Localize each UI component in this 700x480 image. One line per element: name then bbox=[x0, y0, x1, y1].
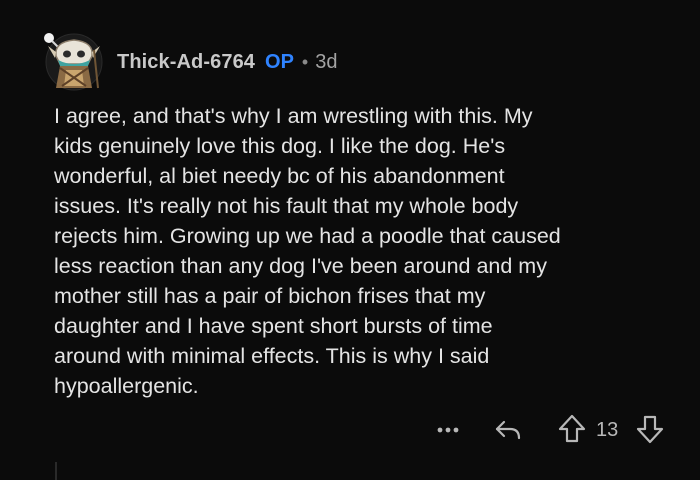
user-avatar[interactable] bbox=[42, 30, 106, 92]
comment-line: less reaction than any dog I've been aro… bbox=[54, 254, 547, 278]
downvote-button[interactable] bbox=[636, 413, 664, 445]
more-options-button[interactable] bbox=[433, 418, 463, 442]
comment-body: I agree, and that's why I am wrestling w… bbox=[54, 101, 684, 401]
comment-line: wonderful, al biet needy bc of his aband… bbox=[54, 164, 505, 188]
separator-dot: • bbox=[301, 51, 309, 72]
comment-header: Thick-Ad-6764 OP • 3d bbox=[117, 49, 337, 75]
comment-line: I agree, and that's why I am wrestling w… bbox=[54, 104, 533, 128]
comment-line: kids genuinely love this dog. I like the… bbox=[54, 134, 506, 158]
comment-line: mother still has a pair of bichon frises… bbox=[54, 284, 486, 308]
more-options-icon bbox=[437, 427, 459, 433]
author-username[interactable]: Thick-Ad-6764 bbox=[117, 51, 255, 74]
upvote-arrow-icon bbox=[558, 414, 586, 443]
upvote-button[interactable] bbox=[558, 413, 586, 445]
downvote-arrow-icon bbox=[636, 415, 664, 444]
comment-line: around with minimal effects. This is why… bbox=[54, 344, 490, 368]
comment-line: rejects him. Growing up we had a poodle … bbox=[54, 224, 561, 248]
op-badge: OP bbox=[265, 50, 294, 73]
comment-line: hypoallergenic. bbox=[54, 374, 199, 398]
snoo-avatar-icon bbox=[44, 33, 103, 91]
comment-age: 3d bbox=[315, 50, 338, 73]
reply-button[interactable] bbox=[493, 414, 523, 444]
thread-line[interactable] bbox=[55, 462, 57, 480]
vote-score: 13 bbox=[596, 419, 619, 441]
comment-line: daughter and I have spent short bursts o… bbox=[54, 314, 493, 338]
comment-card: Thick-Ad-6764 OP • 3d I agree, and that'… bbox=[0, 0, 700, 480]
reply-arrow-icon bbox=[495, 420, 521, 440]
comment-line: issues. It's really not his fault that m… bbox=[54, 194, 519, 218]
